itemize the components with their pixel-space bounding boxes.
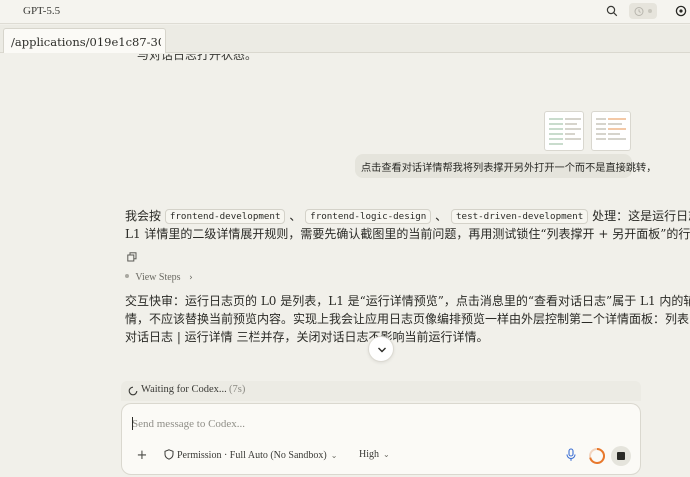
progress-ring-icon: [589, 448, 605, 464]
assistant-text: 处理：这是运行日志: [592, 209, 690, 223]
reasoning-level-selector[interactable]: High ⌄: [359, 449, 390, 460]
waiting-text: Waiting for Codex...: [141, 384, 227, 395]
user-message-bubble: 点击查看对话详情帮我将列表撑开另外打开一个而不是直接跳转，: [355, 154, 656, 178]
timer-dot: [648, 9, 652, 13]
search-icon[interactable]: [606, 5, 618, 17]
plus-icon: +: [136, 448, 148, 463]
timer-toggle[interactable]: [629, 3, 657, 19]
message-composer: + Permission · Full Auto (No Sandbox)⌄ H…: [121, 403, 641, 475]
chevron-down-icon: [378, 347, 386, 353]
shield-icon: [164, 449, 174, 460]
elapsed-time: (7s): [229, 384, 246, 395]
assistant-para2-line1: 交互快审：运行日志页的 L0 是列表，L1 是“运行详情预览”，点击消息里的“查…: [125, 294, 690, 308]
tab-label: /applications/019e1c87-30b9-...: [11, 35, 161, 49]
copy-icon[interactable]: [127, 252, 137, 262]
view-steps-label: View Steps: [135, 272, 181, 283]
stop-button[interactable]: [611, 446, 631, 466]
spinner-icon: [128, 386, 138, 396]
separator: 、: [289, 209, 302, 223]
title-bar: GPT-5.5: [0, 0, 690, 24]
view-steps-toggle[interactable]: View Steps ›: [125, 272, 193, 283]
alarm-clock-icon: [634, 7, 644, 16]
chevron-down-icon: ⌄: [330, 451, 338, 460]
stop-icon: [617, 452, 625, 460]
model-title: GPT-5.5: [23, 5, 61, 17]
user-message-text: 点击查看对话详情帮我将列表撑开另外打开一个而不是直接跳转，: [361, 163, 657, 174]
attachment-thumbnail[interactable]: [544, 111, 584, 151]
message-input[interactable]: [132, 416, 612, 432]
assistant-line-2: L1 详情里的二级详情展开规则，需要先确认截图里的当前问题，再用测试锁住“列表撑…: [125, 227, 690, 241]
attachment-thumbnail[interactable]: [591, 111, 631, 151]
previous-message-fragment: 与对话日志打开状态。: [137, 54, 258, 62]
add-attachment-button[interactable]: +: [133, 447, 151, 465]
bullet-icon: [125, 274, 129, 278]
skill-tag: frontend-development: [164, 209, 286, 224]
assistant-text: 我会按: [125, 209, 162, 223]
tab-application-log[interactable]: /applications/019e1c87-30b9-...: [3, 28, 166, 53]
chevron-down-icon: ⌄: [383, 450, 390, 459]
assistant-line-1: 我会按 frontend-development 、 frontend-logi…: [125, 208, 690, 225]
level-label: High: [359, 449, 379, 460]
waiting-status: Waiting for Codex... (7s): [121, 381, 641, 401]
settings-icon[interactable]: [675, 5, 687, 17]
chevron-right-icon: ›: [189, 273, 193, 283]
assistant-para2-line2: 情，不应该替换当前预览内容。实现上我会让应用日志页像编排预览一样由外层控制第二个…: [125, 312, 690, 326]
microphone-icon[interactable]: [565, 448, 577, 462]
text-cursor: [132, 417, 133, 430]
tab-bar: /applications/019e1c87-30b9-...: [0, 25, 690, 53]
skill-tag: test-driven-development: [451, 209, 589, 224]
permission-label: Permission · Full Auto (No Sandbox): [177, 450, 327, 461]
permission-selector[interactable]: Permission · Full Auto (No Sandbox) ⌄: [164, 449, 337, 461]
skill-tag: frontend-logic-design: [305, 209, 432, 224]
separator: 、: [435, 209, 448, 223]
scroll-to-bottom-button[interactable]: [368, 336, 394, 362]
assistant-para2-line3: 对话日志 | 运行详情 三栏并存，关闭对话日志不影响当前运行详情。: [125, 330, 489, 344]
